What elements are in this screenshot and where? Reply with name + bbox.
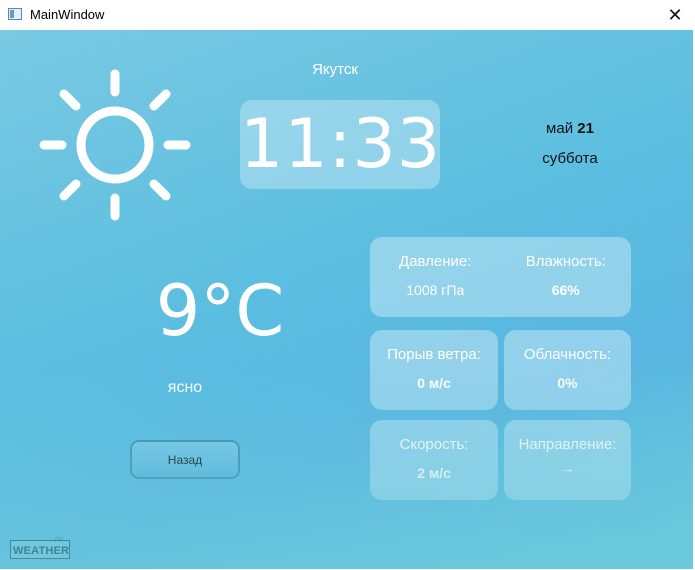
pressure-value: 1008 гПа: [406, 282, 465, 298]
temperature-display: 9°C: [155, 270, 285, 352]
clouds-value: 0%: [557, 375, 578, 391]
pressure-section: Давление: 1008 гПа: [370, 237, 501, 317]
logo-py-text: PY: [54, 538, 63, 544]
pyweather-logo: PY WEATHER: [10, 538, 70, 559]
humidity-label: Влажность:: [525, 253, 606, 270]
clouds-label: Облачность:: [523, 346, 612, 363]
gust-value: 0 м/с: [417, 375, 451, 391]
date-day: 21: [577, 120, 594, 137]
speed-label: Скорость:: [399, 436, 469, 453]
direction-label: Направление:: [518, 436, 617, 453]
window-titlebar: MainWindow ✕: [0, 0, 695, 30]
clock-display: 11:33: [240, 100, 440, 189]
condition-label: ясно: [167, 379, 203, 396]
direction-arrow-icon: →: [560, 460, 575, 476]
humidity-section: Влажность: 66%: [501, 237, 632, 317]
gust-card: Порыв ветра: 0 м/с: [370, 330, 498, 410]
date-month: май: [546, 120, 574, 137]
weather-panel: Якутск 11:33 май 21 суббота 9°C ясно Наз…: [0, 30, 693, 569]
close-button[interactable]: ✕: [655, 0, 695, 30]
clouds-card: Облачность: 0%: [504, 330, 631, 410]
app-window-icon: [8, 8, 22, 20]
pressure-label: Давление:: [399, 253, 472, 270]
window-title: MainWindow: [30, 7, 105, 22]
gust-label: Порыв ветра:: [387, 346, 481, 363]
sun-icon: [39, 69, 191, 221]
logo-weather-text: WEATHER: [13, 545, 70, 557]
city-label: Якутск: [312, 61, 358, 78]
weekday-label: суббота: [542, 150, 598, 167]
back-button[interactable]: Назад: [130, 440, 240, 479]
speed-value: 2 м/с: [417, 465, 451, 481]
pressure-humidity-card: Давление: 1008 гПа Влажность: 66%: [370, 237, 631, 317]
direction-card: Направление: →: [504, 420, 631, 500]
speed-card: Скорость: 2 м/с: [370, 420, 498, 500]
humidity-value: 66%: [551, 282, 580, 298]
date-label: май 21: [520, 120, 620, 137]
